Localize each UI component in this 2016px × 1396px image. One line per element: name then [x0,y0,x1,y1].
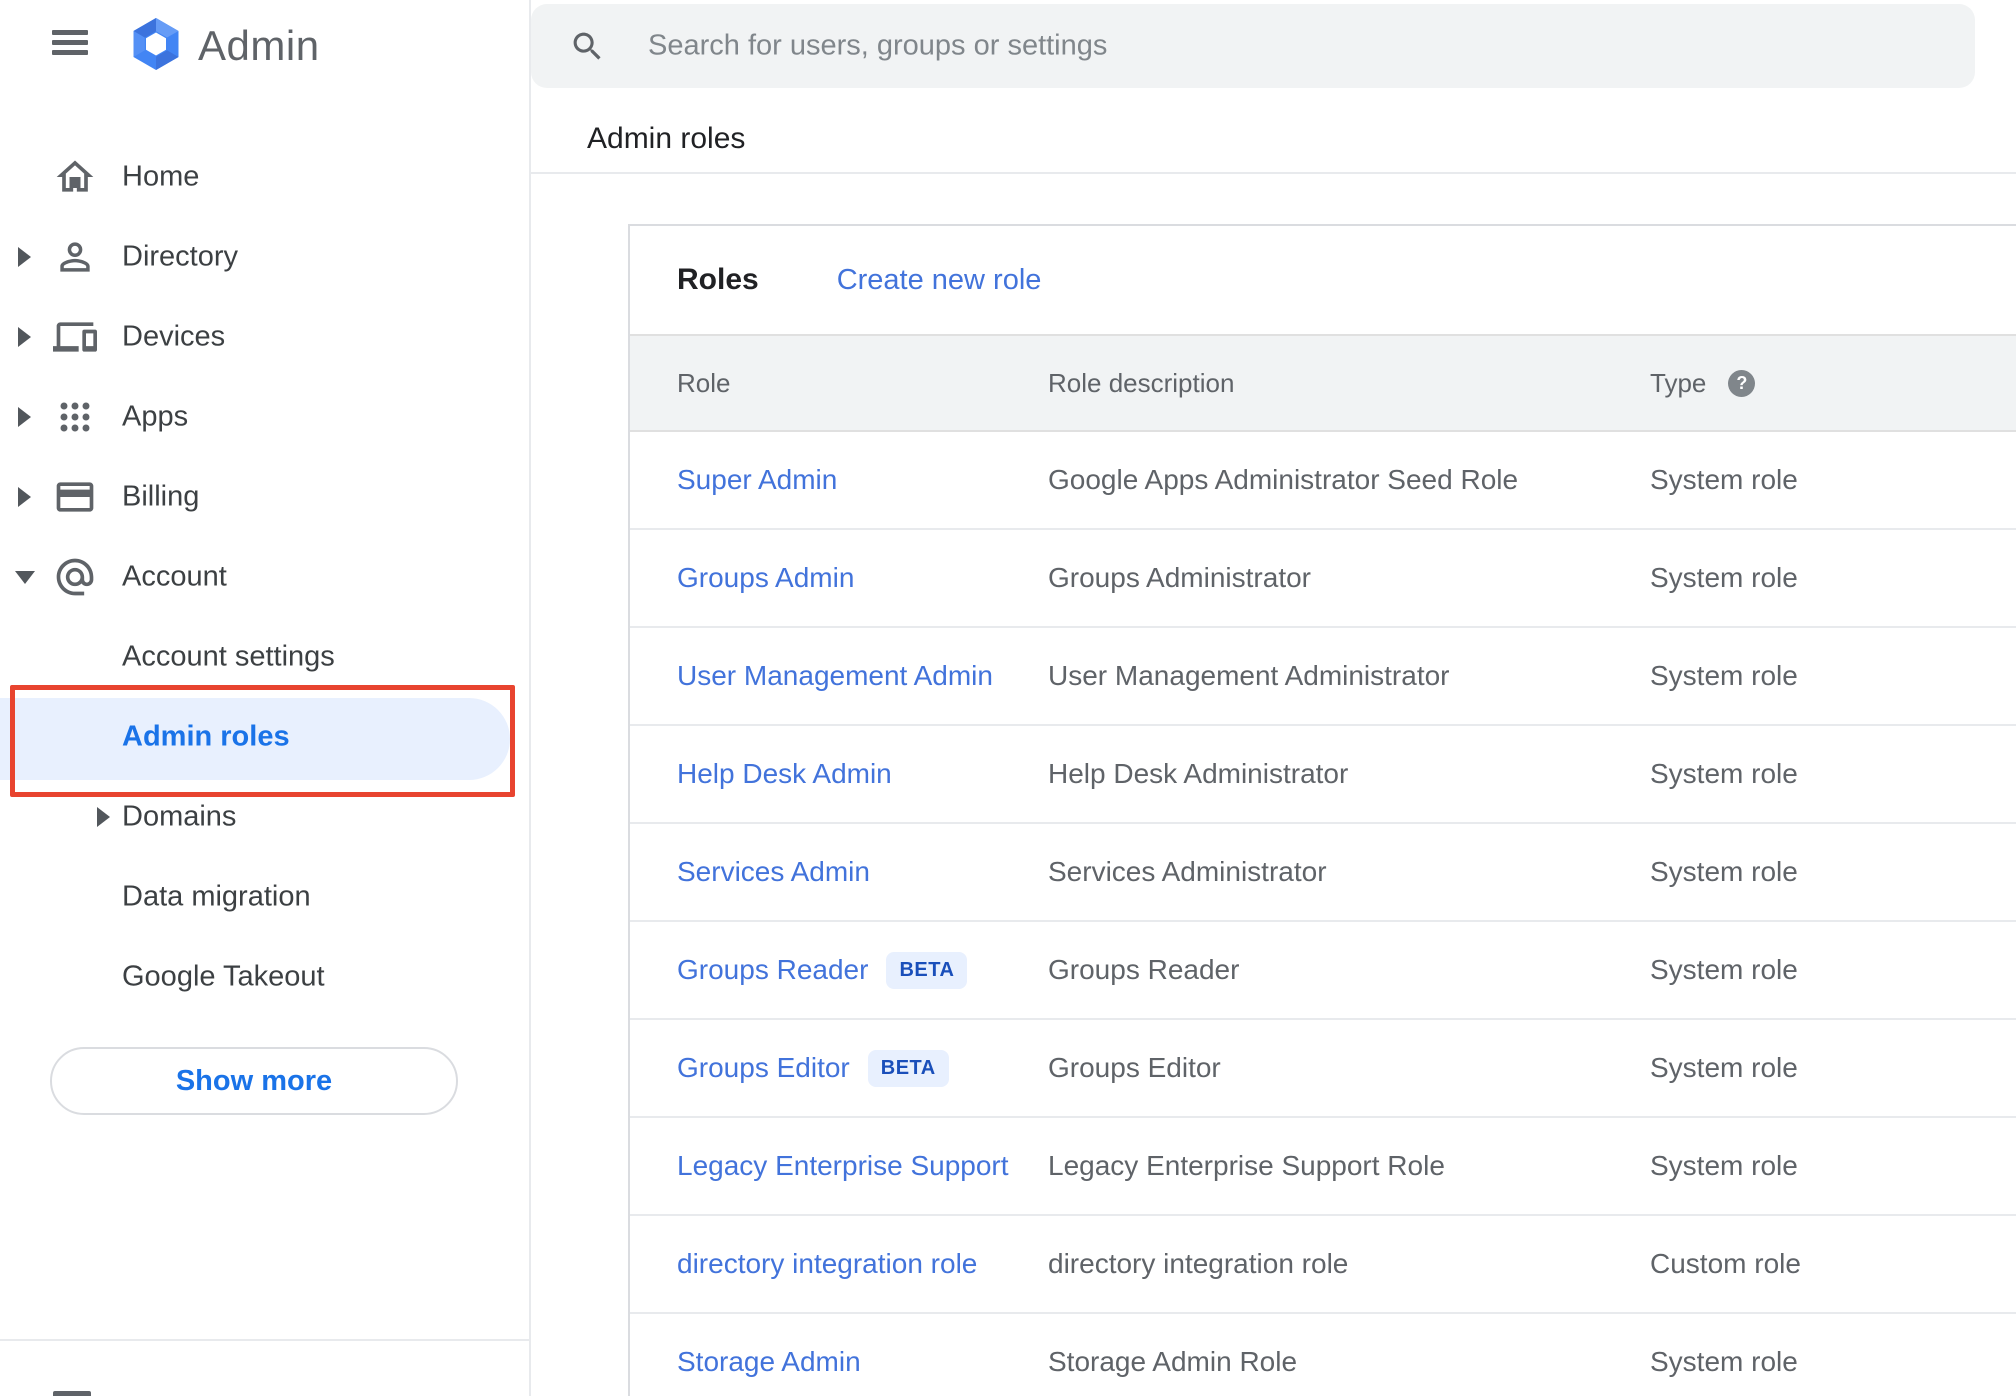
sidebar-item-google-takeout[interactable]: Google Takeout [0,937,529,1017]
table-row[interactable]: Help Desk Admin Help Desk Administrator … [630,726,2016,824]
sidebar-item-label: Home [122,160,200,193]
expand-right-icon[interactable] [18,327,31,347]
home-icon [53,155,97,199]
app-title: Admin [198,22,320,69]
expand-right-icon[interactable] [18,487,31,507]
search-bar[interactable]: Search for users, groups or settings [531,4,1975,88]
sidebar-item-label: Google Takeout [122,960,325,993]
sidebar-item-billing[interactable]: Billing [0,457,529,537]
sidebar-item-apps[interactable]: Apps [0,377,529,457]
breadcrumb: Admin roles [587,122,746,155]
at-sign-icon [53,555,97,599]
credit-card-icon [53,475,97,519]
sidebar-item-label: Data migration [122,880,311,913]
table-row[interactable]: Storage Admin Storage Admin Role System … [630,1314,2016,1396]
role-link[interactable]: directory integration role [677,1248,1048,1280]
beta-badge: BETA [886,951,968,989]
roles-card: Roles Create new role Role Role descript… [628,224,2016,1396]
table-row[interactable]: Groups Editor BETA Groups Editor System … [630,1020,2016,1118]
card-header: Roles Create new role [630,226,2016,334]
beta-badge: BETA [867,1049,949,1087]
main-content: Search for users, groups or settings Adm… [531,0,2016,1396]
sidebar-divider [0,1339,529,1341]
sidebar-item-label: Directory [122,240,239,273]
google-admin-logo [133,18,179,70]
role-link[interactable]: Super Admin [677,464,1048,496]
role-link[interactable]: Groups Reader BETA [677,951,1048,989]
person-icon [53,235,97,279]
sidebar-item-devices[interactable]: Devices [0,297,529,377]
sidebar-item-directory[interactable]: Directory [0,217,529,297]
sidebar-item-account-settings[interactable]: Account settings [0,617,529,697]
sidebar-item-label: Apps [122,400,189,433]
table-row[interactable]: Legacy Enterprise Support Legacy Enterpr… [630,1118,2016,1216]
expand-right-icon[interactable] [18,247,31,267]
sidebar-item-label: Billing [122,480,200,513]
table-row[interactable]: Groups Reader BETA Groups Reader System … [630,922,2016,1020]
table-row[interactable]: Services Admin Services Administrator Sy… [630,824,2016,922]
expand-down-icon[interactable] [15,571,35,584]
help-icon[interactable]: ? [1728,369,1756,397]
sidebar-item-label: Domains [122,800,237,833]
brand-bar: Admin [0,0,529,90]
sidebar-item-home[interactable]: Home [0,137,529,217]
role-link[interactable]: Services Admin [677,856,1048,888]
sidebar-item-data-migration[interactable]: Data migration [0,857,529,937]
sidebar-item-label: Devices [122,320,226,353]
search-placeholder: Search for users, groups or settings [648,29,1108,62]
role-link[interactable]: Groups Admin [677,562,1048,594]
sidebar-item-admin-roles[interactable]: Admin roles [0,697,529,777]
sidebar-item-domains[interactable]: Domains [0,777,529,857]
table-row[interactable]: Groups Admin Groups Administrator System… [630,530,2016,628]
create-new-role-link[interactable]: Create new role [837,264,1042,297]
sidebar-item-account[interactable]: Account [0,537,529,617]
role-link[interactable]: Storage Admin [677,1346,1048,1378]
expand-right-icon[interactable] [97,807,110,827]
table-row[interactable]: Super Admin Google Apps Administrator Se… [630,432,2016,530]
column-type: Type ? [1650,368,2016,399]
table-row[interactable]: User Management Admin User Management Ad… [630,628,2016,726]
role-link[interactable]: Legacy Enterprise Support [677,1150,1048,1182]
clipped-sidebar-icon [53,1391,91,1396]
menu-icon[interactable] [52,30,88,55]
card-title: Roles [677,263,759,296]
show-more-button[interactable]: Show more [50,1047,458,1115]
table-row[interactable]: directory integration role directory int… [630,1216,2016,1314]
role-link[interactable]: Groups Editor BETA [677,1049,1048,1087]
sidebar: Admin Home Directory Devices Apps Billin… [0,0,529,1396]
header-divider [531,172,2016,174]
column-role: Role [677,367,731,398]
admin-console: Admin Home Directory Devices Apps Billin… [0,0,2016,1396]
sidebar-item-label: Account settings [122,640,335,673]
search-icon [573,32,601,60]
expand-right-icon[interactable] [18,407,31,427]
role-link[interactable]: Help Desk Admin [677,758,1048,790]
table-header: Role Role description Type ? [630,334,2016,432]
devices-icon [53,315,97,359]
sidebar-border [529,0,531,1396]
role-link[interactable]: User Management Admin [677,660,1048,692]
sidebar-item-label: Account [122,560,227,593]
column-role-description: Role description [1048,367,1235,398]
sidebar-item-label: Admin roles [122,720,290,753]
apps-icon [53,395,97,439]
